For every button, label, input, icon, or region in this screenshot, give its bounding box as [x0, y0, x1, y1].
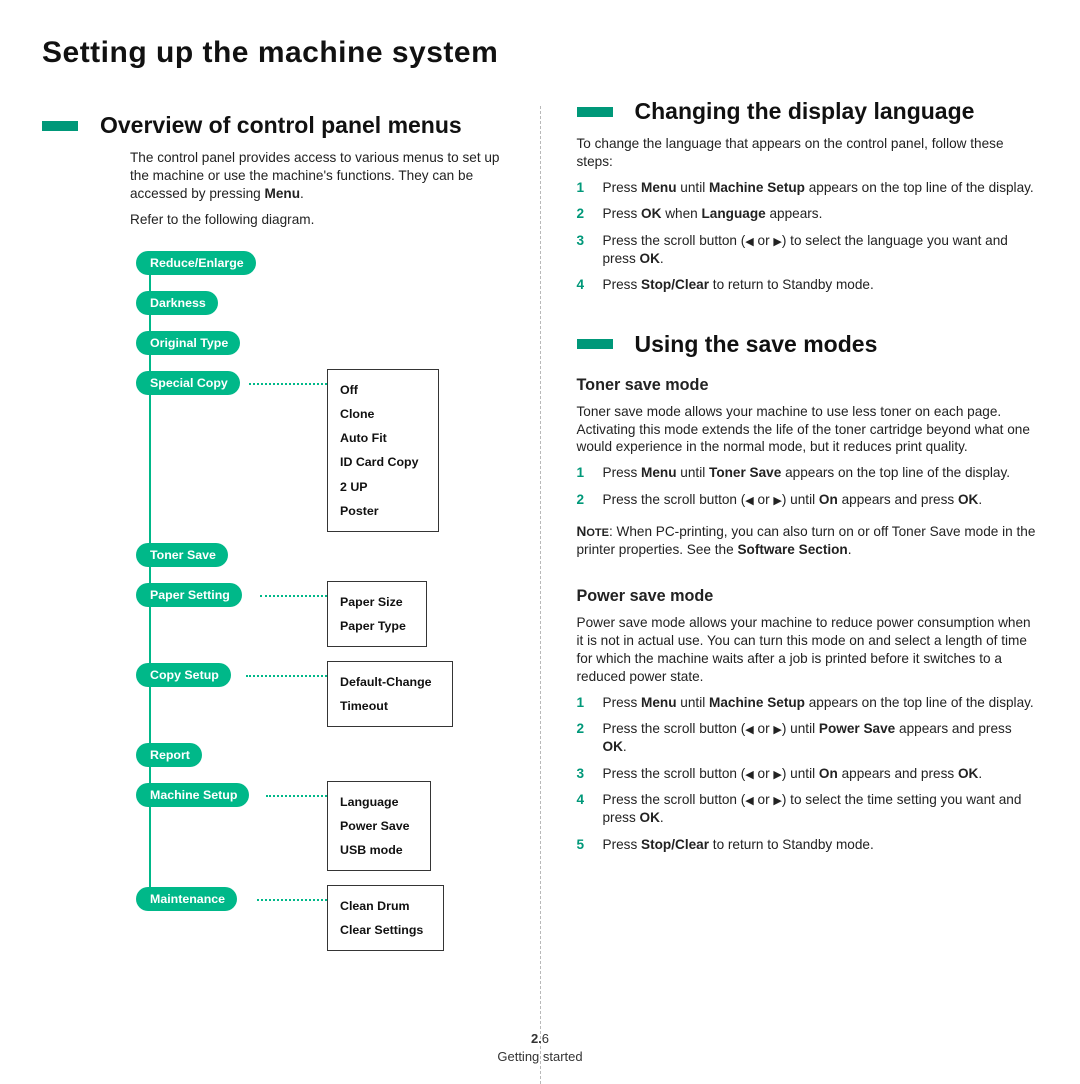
heading-savemodes: Using the save modes — [577, 331, 1039, 358]
right-triangle-icon: ▶ — [773, 724, 781, 736]
power-paragraph: Power save mode allows your machine to r… — [577, 614, 1039, 686]
pill-report: Report — [136, 743, 202, 767]
right-triangle-icon: ▶ — [773, 795, 781, 807]
column-divider — [540, 106, 541, 1084]
pill-original-type: Original Type — [136, 331, 240, 355]
accent-bar-icon — [577, 107, 613, 117]
left-triangle-icon: ◀ — [745, 795, 753, 807]
right-triangle-icon: ▶ — [773, 769, 781, 781]
right-column: Changing the display language To change … — [577, 94, 1039, 862]
heading-savemodes-text: Using the save modes — [635, 331, 878, 358]
connector-maint — [257, 899, 327, 901]
left-column: Overview of control panel menus The cont… — [42, 94, 504, 951]
toner-note: NOTE: When PC-printing, you can also tur… — [577, 523, 1039, 559]
right-triangle-icon: ▶ — [773, 495, 781, 507]
left-triangle-icon: ◀ — [745, 495, 753, 507]
submenu-special-copy: Off Clone Auto Fit ID Card Copy 2 UP Pos… — [327, 369, 439, 532]
sub-toner-save: Toner save mode — [577, 376, 1039, 395]
right-triangle-icon: ▶ — [773, 236, 781, 248]
power-steps: 1 Press Menu until Machine Setup appears… — [577, 694, 1039, 854]
footer-section: Getting started — [497, 1049, 582, 1064]
left-triangle-icon: ◀ — [745, 769, 753, 781]
toner-steps: 1 Press Menu until Toner Save appears on… — [577, 464, 1039, 509]
pill-reduce-enlarge: Reduce/Enlarge — [136, 251, 256, 275]
heading-overview-text: Overview of control panel menus — [100, 112, 462, 139]
overview-paragraph-1: The control panel provides access to var… — [130, 149, 504, 203]
pill-darkness: Darkness — [136, 291, 218, 315]
submenu-maintenance: Clean Drum Clear Settings — [327, 885, 444, 951]
left-triangle-icon: ◀ — [745, 724, 753, 736]
heading-overview: Overview of control panel menus — [42, 112, 504, 139]
connector-copy — [246, 675, 327, 677]
accent-bar-icon — [577, 339, 613, 349]
pill-maintenance: Maintenance — [136, 887, 237, 911]
menu-tree-diagram: Reduce/Enlarge Darkness Original Type Sp… — [136, 251, 516, 951]
connector-special — [249, 383, 327, 385]
pill-paper-setting: Paper Setting — [136, 583, 242, 607]
heading-changelang: Changing the display language — [577, 98, 1039, 125]
pill-special-copy: Special Copy — [136, 371, 240, 395]
pill-machine-setup: Machine Setup — [136, 783, 249, 807]
heading-changelang-text: Changing the display language — [635, 98, 975, 125]
submenu-copy-setup: Default-Change Timeout — [327, 661, 453, 727]
connector-paper — [260, 595, 327, 597]
toner-paragraph: Toner save mode allows your machine to u… — [577, 403, 1039, 457]
changelang-steps: 1 Press Menu until Machine Setup appears… — [577, 179, 1039, 295]
connector-machine — [266, 795, 327, 797]
submenu-paper-setting: Paper Size Paper Type — [327, 581, 427, 647]
left-triangle-icon: ◀ — [745, 236, 753, 248]
pill-copy-setup: Copy Setup — [136, 663, 231, 687]
changelang-intro: To change the language that appears on t… — [577, 135, 1039, 171]
sub-power-save: Power save mode — [577, 587, 1039, 606]
page-title: Setting up the machine system — [42, 36, 1038, 70]
accent-bar-icon — [42, 121, 78, 131]
pill-toner-save: Toner Save — [136, 543, 228, 567]
submenu-machine-setup: Language Power Save USB mode — [327, 781, 431, 872]
page-footer: 2.6 Getting started — [0, 1030, 1080, 1066]
overview-paragraph-2: Refer to the following diagram. — [130, 211, 504, 229]
